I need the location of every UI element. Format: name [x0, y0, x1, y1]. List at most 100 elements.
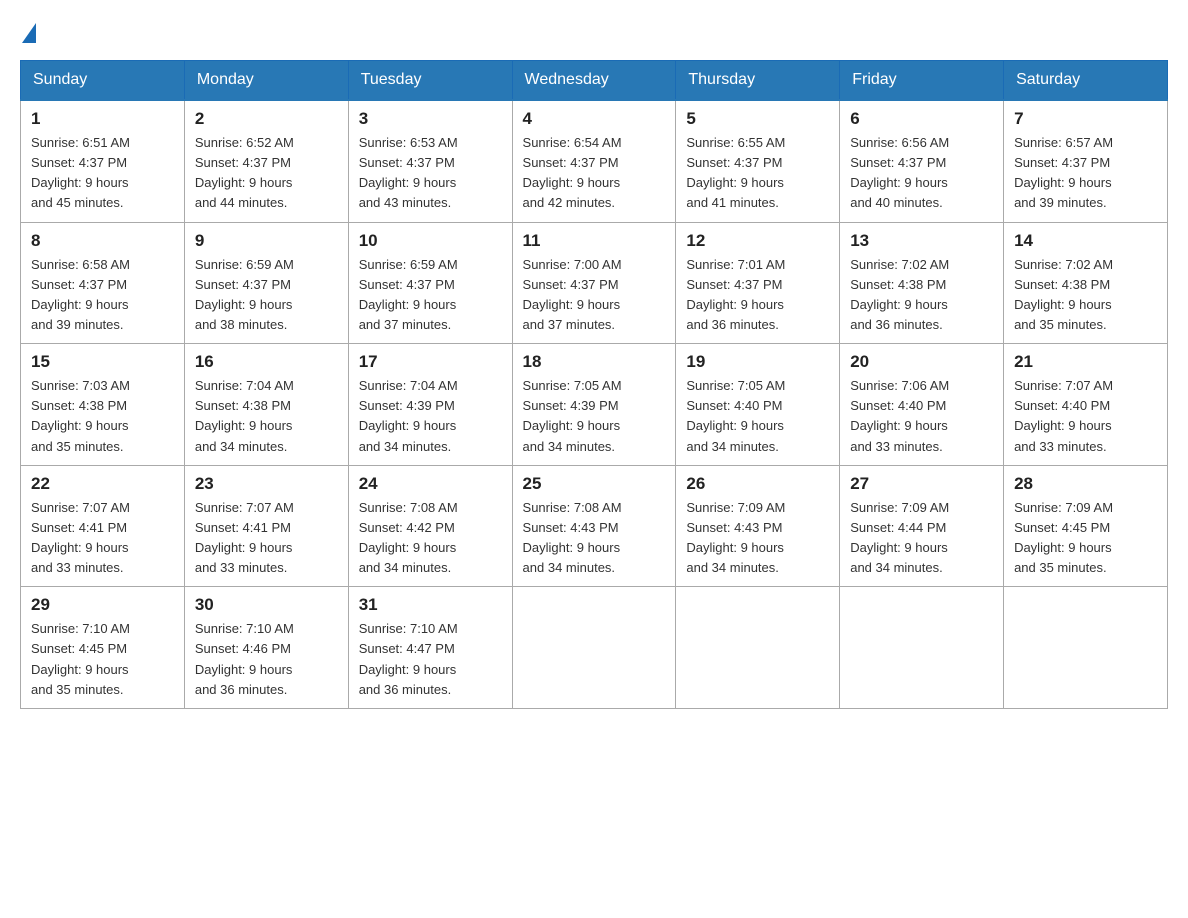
day-info: Sunrise: 7:06 AMSunset: 4:40 PMDaylight:…: [850, 376, 993, 457]
calendar-week-row: 22 Sunrise: 7:07 AMSunset: 4:41 PMDaylig…: [21, 465, 1168, 587]
calendar-cell: 31 Sunrise: 7:10 AMSunset: 4:47 PMDaylig…: [348, 587, 512, 709]
day-info: Sunrise: 6:55 AMSunset: 4:37 PMDaylight:…: [686, 133, 829, 214]
day-info: Sunrise: 7:10 AMSunset: 4:47 PMDaylight:…: [359, 619, 502, 700]
day-info: Sunrise: 7:01 AMSunset: 4:37 PMDaylight:…: [686, 255, 829, 336]
day-number: 11: [523, 231, 666, 251]
calendar-cell: 19 Sunrise: 7:05 AMSunset: 4:40 PMDaylig…: [676, 344, 840, 466]
calendar-cell: 11 Sunrise: 7:00 AMSunset: 4:37 PMDaylig…: [512, 222, 676, 344]
day-info: Sunrise: 7:10 AMSunset: 4:45 PMDaylight:…: [31, 619, 174, 700]
day-number: 27: [850, 474, 993, 494]
calendar-cell: 18 Sunrise: 7:05 AMSunset: 4:39 PMDaylig…: [512, 344, 676, 466]
day-info: Sunrise: 7:05 AMSunset: 4:40 PMDaylight:…: [686, 376, 829, 457]
calendar-header-row: SundayMondayTuesdayWednesdayThursdayFrid…: [21, 61, 1168, 101]
calendar-cell: 26 Sunrise: 7:09 AMSunset: 4:43 PMDaylig…: [676, 465, 840, 587]
calendar-cell: 10 Sunrise: 6:59 AMSunset: 4:37 PMDaylig…: [348, 222, 512, 344]
day-info: Sunrise: 6:54 AMSunset: 4:37 PMDaylight:…: [523, 133, 666, 214]
day-info: Sunrise: 7:00 AMSunset: 4:37 PMDaylight:…: [523, 255, 666, 336]
header-cell-sunday: Sunday: [21, 61, 185, 101]
calendar-cell: 30 Sunrise: 7:10 AMSunset: 4:46 PMDaylig…: [184, 587, 348, 709]
day-info: Sunrise: 7:03 AMSunset: 4:38 PMDaylight:…: [31, 376, 174, 457]
day-info: Sunrise: 7:02 AMSunset: 4:38 PMDaylight:…: [850, 255, 993, 336]
day-number: 17: [359, 352, 502, 372]
calendar-week-row: 1 Sunrise: 6:51 AMSunset: 4:37 PMDayligh…: [21, 100, 1168, 222]
day-number: 10: [359, 231, 502, 251]
logo: [20, 20, 38, 40]
calendar-cell: 24 Sunrise: 7:08 AMSunset: 4:42 PMDaylig…: [348, 465, 512, 587]
day-number: 3: [359, 109, 502, 129]
day-number: 1: [31, 109, 174, 129]
day-number: 5: [686, 109, 829, 129]
day-number: 20: [850, 352, 993, 372]
calendar-cell: 4 Sunrise: 6:54 AMSunset: 4:37 PMDayligh…: [512, 100, 676, 222]
day-number: 31: [359, 595, 502, 615]
calendar-cell: 13 Sunrise: 7:02 AMSunset: 4:38 PMDaylig…: [840, 222, 1004, 344]
calendar-cell: 25 Sunrise: 7:08 AMSunset: 4:43 PMDaylig…: [512, 465, 676, 587]
calendar-cell: 2 Sunrise: 6:52 AMSunset: 4:37 PMDayligh…: [184, 100, 348, 222]
day-info: Sunrise: 6:52 AMSunset: 4:37 PMDaylight:…: [195, 133, 338, 214]
day-number: 15: [31, 352, 174, 372]
day-number: 2: [195, 109, 338, 129]
calendar-cell: 15 Sunrise: 7:03 AMSunset: 4:38 PMDaylig…: [21, 344, 185, 466]
day-number: 12: [686, 231, 829, 251]
calendar-cell: 9 Sunrise: 6:59 AMSunset: 4:37 PMDayligh…: [184, 222, 348, 344]
calendar-table: SundayMondayTuesdayWednesdayThursdayFrid…: [20, 60, 1168, 709]
day-info: Sunrise: 6:59 AMSunset: 4:37 PMDaylight:…: [195, 255, 338, 336]
day-number: 16: [195, 352, 338, 372]
day-number: 23: [195, 474, 338, 494]
header-cell-tuesday: Tuesday: [348, 61, 512, 101]
calendar-cell: [840, 587, 1004, 709]
day-number: 22: [31, 474, 174, 494]
day-info: Sunrise: 7:08 AMSunset: 4:42 PMDaylight:…: [359, 498, 502, 579]
calendar-cell: 5 Sunrise: 6:55 AMSunset: 4:37 PMDayligh…: [676, 100, 840, 222]
calendar-cell: 27 Sunrise: 7:09 AMSunset: 4:44 PMDaylig…: [840, 465, 1004, 587]
day-info: Sunrise: 7:07 AMSunset: 4:40 PMDaylight:…: [1014, 376, 1157, 457]
day-number: 25: [523, 474, 666, 494]
header-cell-friday: Friday: [840, 61, 1004, 101]
day-number: 26: [686, 474, 829, 494]
calendar-cell: 21 Sunrise: 7:07 AMSunset: 4:40 PMDaylig…: [1004, 344, 1168, 466]
day-info: Sunrise: 6:53 AMSunset: 4:37 PMDaylight:…: [359, 133, 502, 214]
day-number: 6: [850, 109, 993, 129]
day-info: Sunrise: 7:04 AMSunset: 4:39 PMDaylight:…: [359, 376, 502, 457]
day-info: Sunrise: 6:59 AMSunset: 4:37 PMDaylight:…: [359, 255, 502, 336]
calendar-cell: [512, 587, 676, 709]
day-number: 29: [31, 595, 174, 615]
day-number: 14: [1014, 231, 1157, 251]
header-cell-thursday: Thursday: [676, 61, 840, 101]
day-info: Sunrise: 7:10 AMSunset: 4:46 PMDaylight:…: [195, 619, 338, 700]
calendar-cell: 16 Sunrise: 7:04 AMSunset: 4:38 PMDaylig…: [184, 344, 348, 466]
day-info: Sunrise: 6:56 AMSunset: 4:37 PMDaylight:…: [850, 133, 993, 214]
day-info: Sunrise: 7:09 AMSunset: 4:44 PMDaylight:…: [850, 498, 993, 579]
header-cell-saturday: Saturday: [1004, 61, 1168, 101]
calendar-cell: 6 Sunrise: 6:56 AMSunset: 4:37 PMDayligh…: [840, 100, 1004, 222]
day-info: Sunrise: 7:09 AMSunset: 4:43 PMDaylight:…: [686, 498, 829, 579]
page-header: [20, 20, 1168, 40]
calendar-cell: 1 Sunrise: 6:51 AMSunset: 4:37 PMDayligh…: [21, 100, 185, 222]
day-info: Sunrise: 7:08 AMSunset: 4:43 PMDaylight:…: [523, 498, 666, 579]
day-number: 21: [1014, 352, 1157, 372]
header-cell-wednesday: Wednesday: [512, 61, 676, 101]
header-cell-monday: Monday: [184, 61, 348, 101]
day-info: Sunrise: 6:57 AMSunset: 4:37 PMDaylight:…: [1014, 133, 1157, 214]
calendar-cell: 29 Sunrise: 7:10 AMSunset: 4:45 PMDaylig…: [21, 587, 185, 709]
day-info: Sunrise: 7:07 AMSunset: 4:41 PMDaylight:…: [31, 498, 174, 579]
calendar-cell: 28 Sunrise: 7:09 AMSunset: 4:45 PMDaylig…: [1004, 465, 1168, 587]
calendar-week-row: 29 Sunrise: 7:10 AMSunset: 4:45 PMDaylig…: [21, 587, 1168, 709]
calendar-week-row: 8 Sunrise: 6:58 AMSunset: 4:37 PMDayligh…: [21, 222, 1168, 344]
day-number: 18: [523, 352, 666, 372]
calendar-cell: 22 Sunrise: 7:07 AMSunset: 4:41 PMDaylig…: [21, 465, 185, 587]
day-number: 8: [31, 231, 174, 251]
day-info: Sunrise: 7:07 AMSunset: 4:41 PMDaylight:…: [195, 498, 338, 579]
calendar-week-row: 15 Sunrise: 7:03 AMSunset: 4:38 PMDaylig…: [21, 344, 1168, 466]
calendar-cell: 14 Sunrise: 7:02 AMSunset: 4:38 PMDaylig…: [1004, 222, 1168, 344]
day-info: Sunrise: 7:04 AMSunset: 4:38 PMDaylight:…: [195, 376, 338, 457]
logo-text: [20, 20, 38, 40]
calendar-cell: 7 Sunrise: 6:57 AMSunset: 4:37 PMDayligh…: [1004, 100, 1168, 222]
day-info: Sunrise: 6:58 AMSunset: 4:37 PMDaylight:…: [31, 255, 174, 336]
calendar-cell: 20 Sunrise: 7:06 AMSunset: 4:40 PMDaylig…: [840, 344, 1004, 466]
calendar-cell: 17 Sunrise: 7:04 AMSunset: 4:39 PMDaylig…: [348, 344, 512, 466]
day-info: Sunrise: 6:51 AMSunset: 4:37 PMDaylight:…: [31, 133, 174, 214]
day-info: Sunrise: 7:09 AMSunset: 4:45 PMDaylight:…: [1014, 498, 1157, 579]
calendar-cell: [1004, 587, 1168, 709]
day-number: 4: [523, 109, 666, 129]
